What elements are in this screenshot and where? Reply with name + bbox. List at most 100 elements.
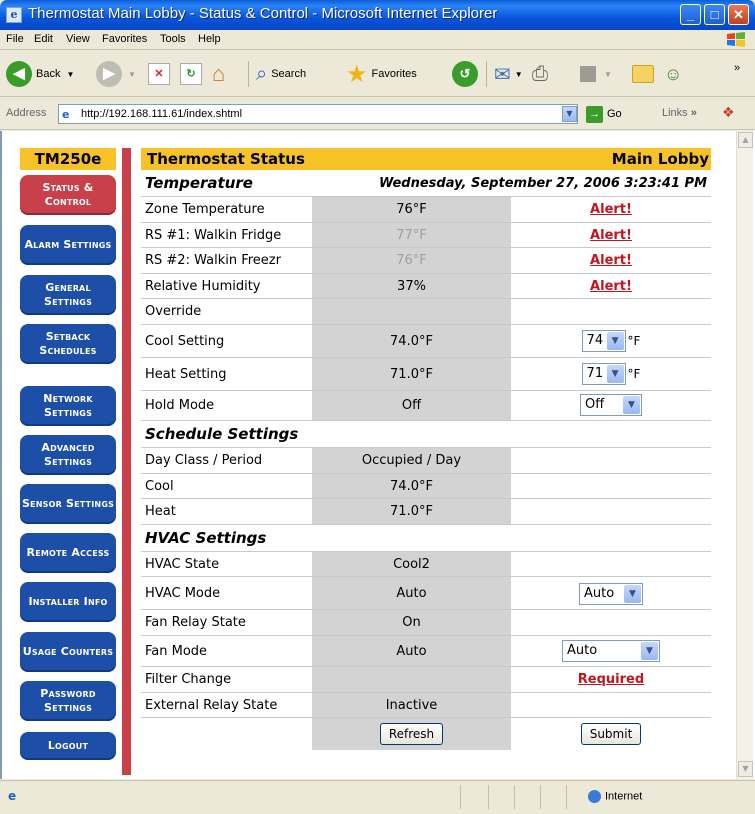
table-row: Filter Change Required (141, 666, 711, 693)
hvac-mode-select[interactable]: Auto ▼ (579, 582, 643, 605)
nav-password-settings[interactable]: Password Settings (20, 681, 116, 721)
mail-button[interactable]: ✉ ▼ (494, 59, 523, 89)
thermostat-status-panel: Thermostat Status Main Lobby Temperature… (141, 148, 711, 751)
refresh-toolbar-button[interactable]: ↻ (180, 59, 202, 89)
nav-status-control[interactable]: Status & Control (20, 175, 116, 215)
toolbar-overflow-icon[interactable]: » (734, 53, 740, 83)
stop-icon: ✕ (148, 63, 170, 85)
chevron-down-icon: ▼ (623, 396, 640, 415)
menu-favorites[interactable]: Favorites (102, 33, 147, 45)
forward-arrow-icon: ▶ (96, 61, 122, 87)
search-icon: ⌕ (256, 62, 268, 85)
chevron-down-icon: ▼ (606, 365, 624, 384)
home-button[interactable]: ⌂ (212, 59, 225, 89)
stop-button[interactable]: ✕ (148, 59, 170, 89)
minimize-button[interactable]: _ (680, 4, 701, 25)
heat-setpoint-select[interactable]: 71 ▼ (581, 363, 626, 386)
go-button[interactable]: → Go (586, 105, 622, 123)
table-row: Hold Mode Off Off ▼ (141, 390, 711, 421)
address-dropdown-icon[interactable]: ▼ (562, 106, 577, 122)
table-row: Cool 74.0°F (141, 473, 711, 500)
refresh-button[interactable]: Refresh (379, 722, 444, 745)
folder-icon (632, 65, 654, 83)
windows-logo-icon (727, 32, 745, 47)
forward-button[interactable]: ▶ ▼ (96, 59, 136, 89)
nav-alarm-settings[interactable]: Alarm Settings (20, 225, 116, 265)
chevron-down-icon: ▼ (624, 584, 641, 603)
address-input[interactable]: http://192.168.111.61/index.shtml (58, 104, 578, 124)
location-name: Main Lobby (611, 150, 709, 168)
table-row: Cool Setting 74.0°F 74 ▼ °F (141, 324, 711, 358)
links-button[interactable]: Links » (662, 107, 697, 119)
table-row: Heat Setting 71.0°F 71 ▼ °F (141, 357, 711, 391)
menu-bar: File Edit View Favorites Tools Help (0, 30, 755, 50)
window-title: Thermostat Main Lobby - Status & Control… (28, 5, 498, 22)
favorites-button[interactable]: ★ Favorites (346, 59, 417, 89)
discuss-button[interactable] (632, 59, 654, 89)
home-icon: ⌂ (212, 61, 226, 86)
alert-link[interactable]: Alert! (590, 253, 632, 268)
page-icon: e (62, 108, 70, 121)
messenger-button[interactable]: ☺ (664, 59, 682, 89)
star-icon: ★ (346, 60, 368, 88)
current-datetime: Wednesday, September 27, 2006 3:23:41 PM (378, 176, 707, 191)
nav-usage-counters[interactable]: Usage Counters (20, 632, 116, 672)
history-icon: ↺ (452, 61, 478, 87)
scroll-down-icon[interactable]: ▼ (738, 761, 753, 777)
edit-icon (580, 66, 596, 82)
submit-button[interactable]: Submit (580, 722, 642, 745)
status-bar: e Internet (0, 780, 755, 814)
refresh-icon: ↻ (180, 63, 202, 85)
nav-network-settings[interactable]: Network Settings (20, 386, 116, 426)
vertical-scrollbar[interactable]: ▲ ▼ (736, 131, 753, 779)
ie-icon: e (6, 7, 22, 23)
search-button[interactable]: ⌕ Search (256, 59, 306, 89)
section-temperature: Temperature Wednesday, September 27, 200… (141, 170, 711, 197)
alert-link[interactable]: Alert! (590, 279, 632, 294)
menu-file[interactable]: File (6, 33, 24, 45)
alert-link[interactable]: Alert! (590, 228, 632, 243)
nav-logout[interactable]: Logout (20, 732, 116, 760)
back-arrow-icon: ◀ (6, 61, 32, 87)
scroll-up-icon[interactable]: ▲ (738, 132, 753, 148)
maximize-button[interactable]: □ (704, 4, 725, 25)
chevron-down-icon: ▼ (514, 69, 523, 79)
go-arrow-icon: → (586, 105, 603, 123)
device-brand: TM250e (20, 148, 116, 170)
back-button[interactable]: ◀ Back ▼ (6, 59, 74, 89)
nav-general-settings[interactable]: General Settings (20, 275, 116, 315)
edit-button[interactable]: ▼ (580, 59, 612, 89)
table-row: RS #2: Walkin Freezr 76°F Alert! (141, 248, 711, 274)
table-row: Zone Temperature 76°F Alert! (141, 197, 711, 223)
table-row: Fan Mode Auto Auto ▼ (141, 635, 711, 667)
menu-view[interactable]: View (66, 33, 90, 45)
address-bar: Address http://192.168.111.61/index.shtm… (0, 98, 755, 130)
nav-advanced-settings[interactable]: Advanced Settings (20, 435, 116, 475)
chevron-down-icon: ▼ (66, 69, 75, 79)
menu-edit[interactable]: Edit (34, 33, 53, 45)
address-label: Address (6, 107, 47, 119)
cool-setpoint-select[interactable]: 74 ▼ (581, 330, 626, 353)
table-row: External Relay State Inactive (141, 692, 711, 719)
nav-sensor-settings[interactable]: Sensor Settings (20, 484, 116, 524)
hold-mode-select[interactable]: Off ▼ (580, 394, 642, 417)
table-row: Override (141, 299, 711, 325)
nav-remote-access[interactable]: Remote Access (20, 533, 116, 573)
panel-header: Thermostat Status Main Lobby (141, 148, 711, 170)
table-row: Heat 71.0°F (141, 499, 711, 525)
filter-required-link[interactable]: Required (578, 672, 644, 687)
print-button[interactable]: ⎙ (532, 59, 548, 89)
security-zone: Internet (588, 790, 642, 803)
close-button[interactable]: ✕ (728, 4, 749, 25)
nav-installer-info[interactable]: Installer Info (20, 582, 116, 622)
table-row: HVAC Mode Auto Auto ▼ (141, 577, 711, 611)
window-titlebar: e Thermostat Main Lobby - Status & Contr… (0, 0, 755, 30)
menu-tools[interactable]: Tools (160, 33, 186, 45)
fan-mode-select[interactable]: Auto ▼ (562, 640, 660, 663)
alert-link[interactable]: Alert! (590, 202, 632, 217)
mail-icon: ✉ (494, 63, 511, 86)
toolbar-extension-icon[interactable]: ❖ (722, 105, 735, 121)
menu-help[interactable]: Help (198, 33, 221, 45)
nav-setback-schedules[interactable]: Setback Schedules (20, 324, 116, 364)
history-button[interactable]: ↺ (452, 59, 478, 89)
